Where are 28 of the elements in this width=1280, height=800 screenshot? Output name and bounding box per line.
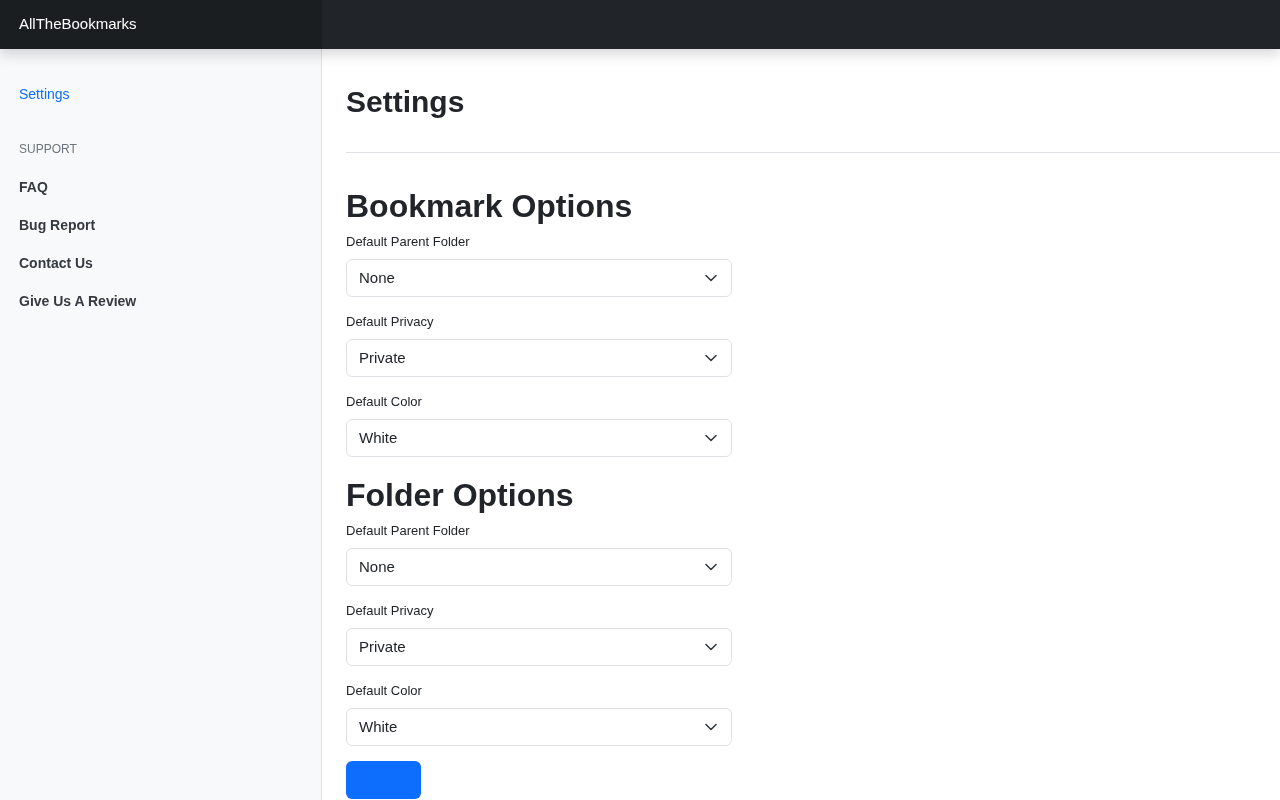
field-label: Default Color (346, 682, 423, 700)
select-field[interactable]: Private (346, 339, 732, 377)
brand-link[interactable]: AllTheBookmarks (19, 13, 137, 36)
chevron-down-icon (705, 563, 717, 571)
sidebar-item[interactable]: Contact Us (0, 244, 321, 282)
sidebar-heading: SUPPORT (18, 141, 78, 158)
chevron-down-icon (705, 643, 717, 651)
select-field[interactable]: Private (346, 628, 732, 666)
field-label: Default Color (346, 393, 423, 411)
sidebar-item[interactable]: FAQ (0, 168, 321, 206)
chevron-down-icon (705, 354, 717, 362)
section-title: Bookmark Options (346, 187, 634, 226)
page-title: Settings (346, 84, 466, 120)
chevron-down-icon (705, 434, 717, 442)
chevron-down-icon (705, 274, 717, 282)
section-title: Folder Options (346, 476, 575, 515)
sidebar-item[interactable]: Bug Report (0, 206, 321, 244)
select-field[interactable]: None (346, 548, 732, 586)
field-label: Default Parent Folder (346, 233, 471, 251)
field-label: Default Parent Folder (346, 522, 471, 540)
select-field[interactable]: None (346, 259, 732, 297)
sidebar-item[interactable]: Settings (0, 75, 321, 113)
select-field[interactable]: White (346, 419, 732, 457)
chevron-down-icon (705, 723, 717, 731)
field-label: Default Privacy (346, 313, 435, 331)
field-label: Default Privacy (346, 602, 435, 620)
select-field[interactable]: White (346, 708, 732, 746)
sidebar-item[interactable]: Give Us A Review (0, 282, 321, 320)
